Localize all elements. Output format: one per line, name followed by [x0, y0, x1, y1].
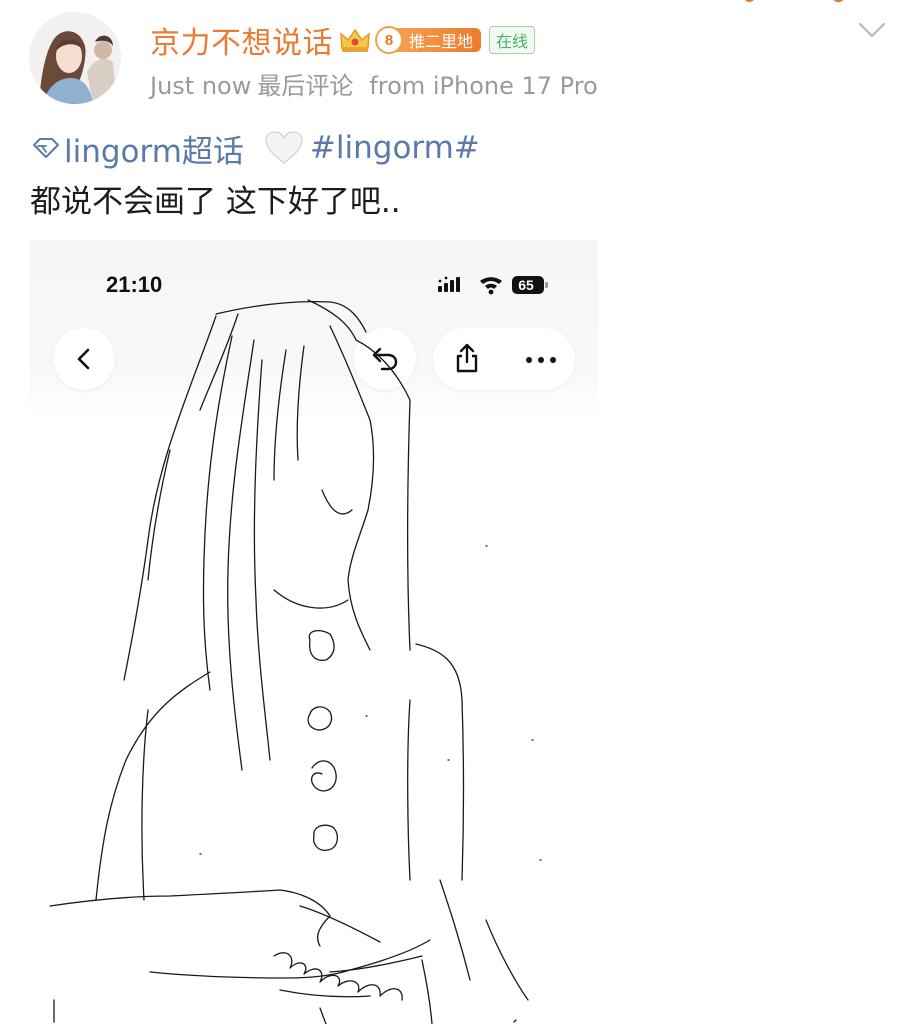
comment-label: 最后评论	[257, 72, 354, 100]
fan-group-name: 推二里地	[395, 28, 482, 52]
diamond-icon	[33, 138, 59, 158]
post-source: from iPhone 17 Pro	[369, 72, 598, 100]
super-topic-label: lingorm超话	[64, 133, 244, 170]
post-image[interactable]: 21:10 65	[30, 240, 598, 1024]
line-drawing-sketch	[49, 299, 542, 1024]
username[interactable]: 京力不想说话	[150, 18, 333, 62]
fan-level: 8	[375, 26, 403, 54]
author-row: 京力不想说话 8 推二里地 在线	[150, 18, 536, 62]
post-meta: Just now 最后评论 from iPhone 17 Pro	[150, 66, 604, 101]
fan-badge[interactable]: 8 推二里地	[375, 26, 482, 54]
decorative-top-icon	[744, 0, 844, 3]
white-heart-icon	[265, 131, 303, 164]
crown-icon	[340, 28, 370, 52]
topic-row: lingorm超话 #lingorm#	[32, 126, 480, 170]
super-topic-link[interactable]: lingorm超话	[32, 126, 244, 171]
online-badge: 在线	[489, 26, 536, 54]
chevron-down-icon[interactable]	[856, 18, 888, 44]
avatar[interactable]	[29, 12, 121, 104]
post-text: 都说不会画了 这下好了吧..	[30, 184, 401, 220]
post-time: Just now	[150, 72, 252, 100]
avatar-illustration	[29, 12, 121, 104]
hashtag-link[interactable]: #lingorm#	[310, 130, 480, 166]
